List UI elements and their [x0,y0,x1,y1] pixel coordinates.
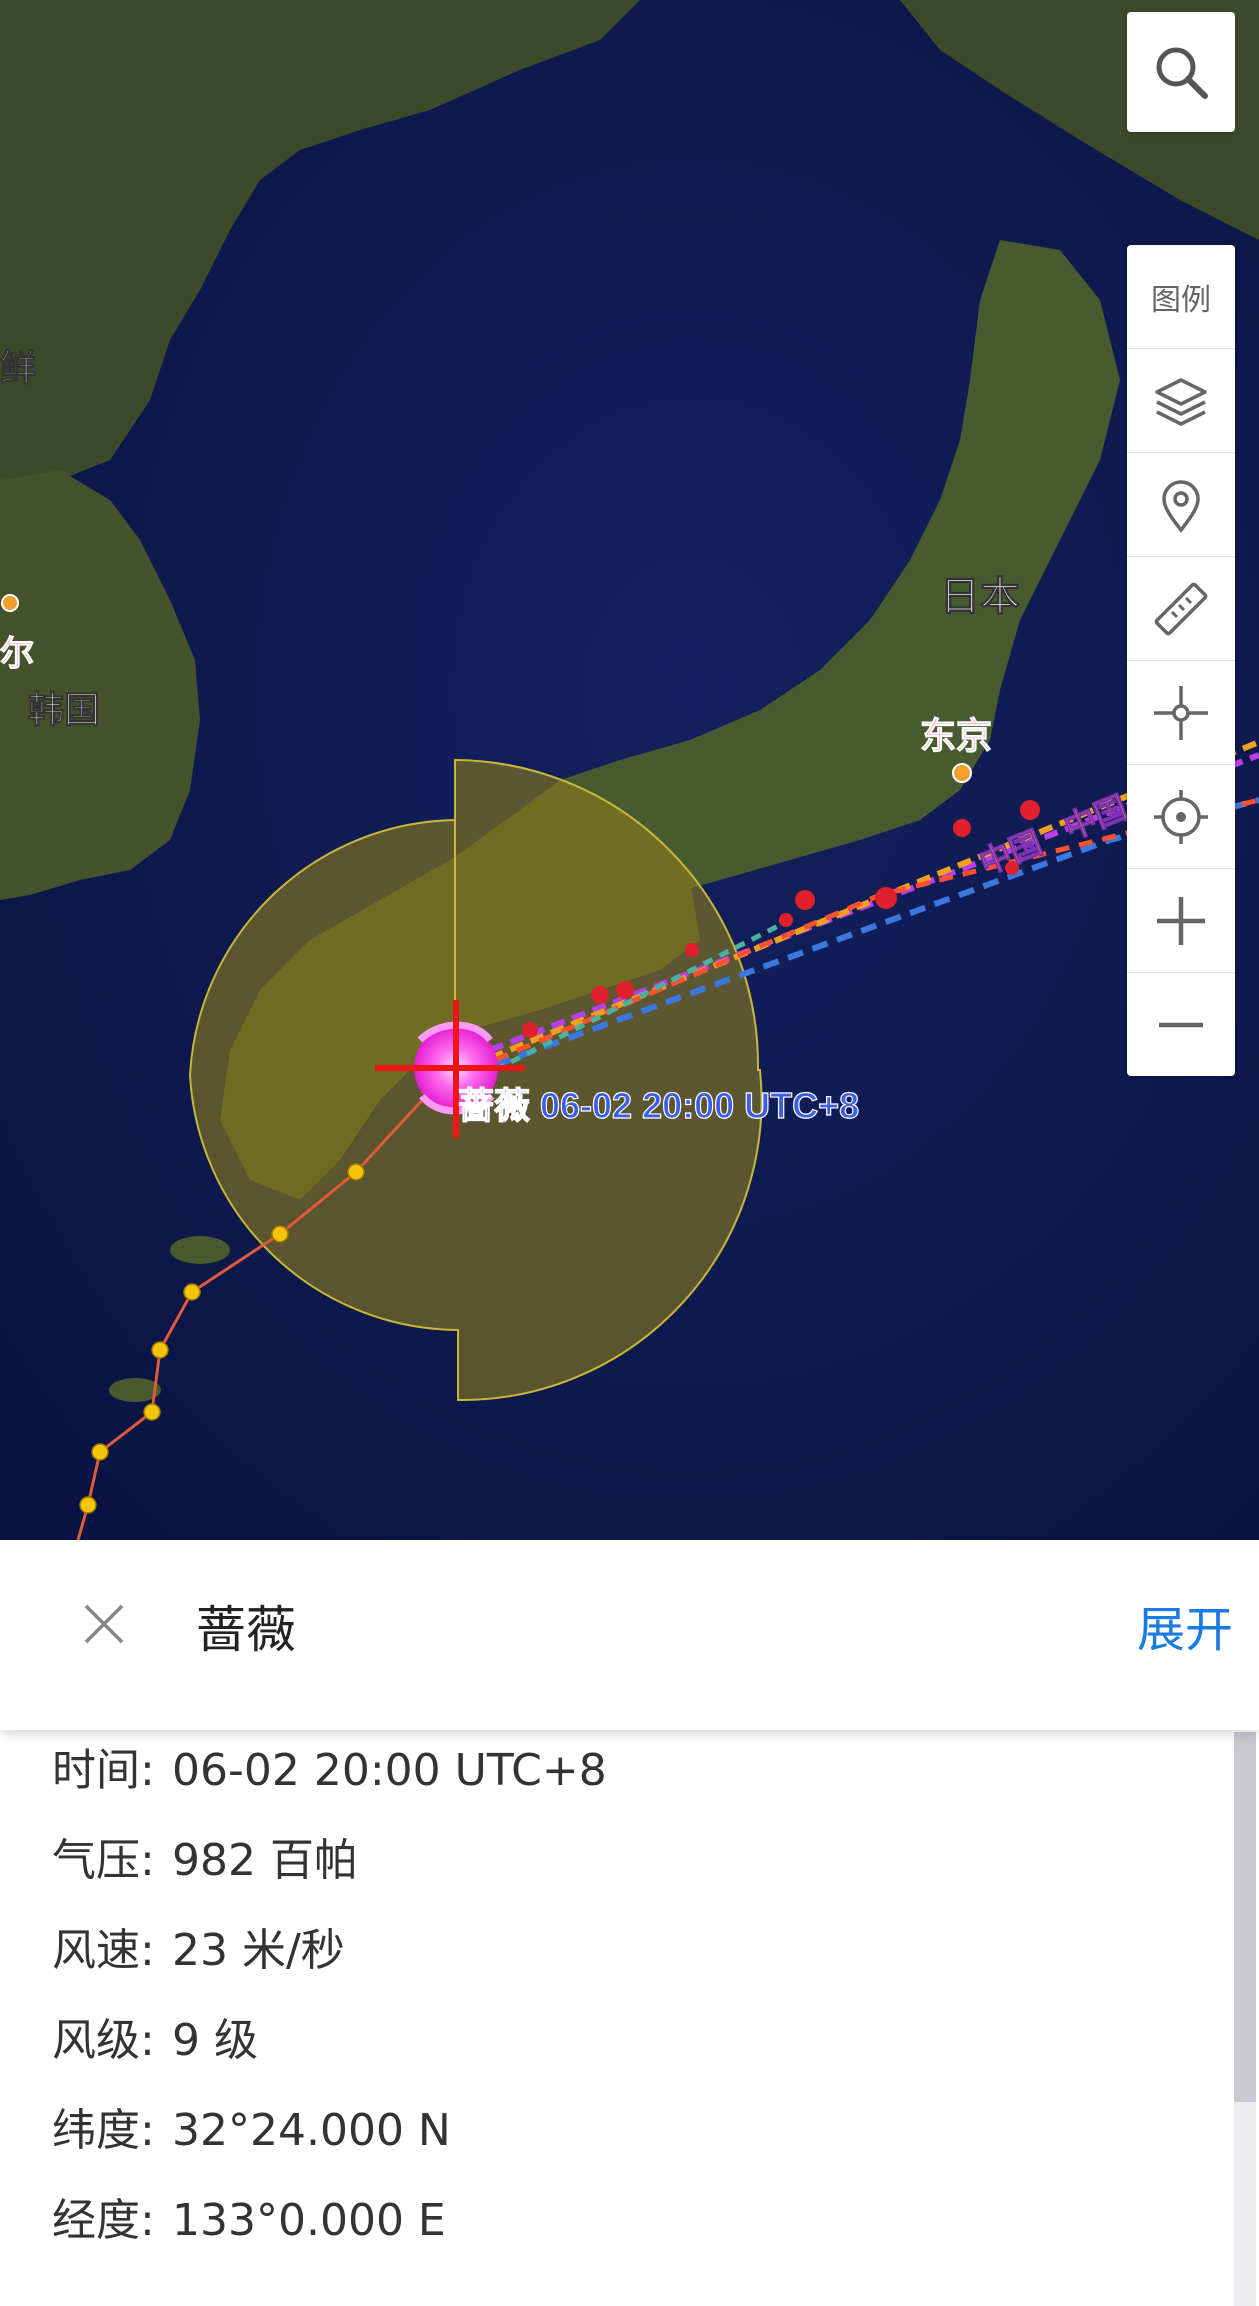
forecast-point[interactable] [522,1022,538,1038]
location-button[interactable] [1127,453,1235,557]
detail-row-longitude: 经度: 133°0.000 E [52,2184,446,2248]
detail-key: 风速: [52,1925,155,1976]
detail-value: 133°0.000 E [172,2195,446,2246]
typhoon-details[interactable]: 时间: 06-02 20:00 UTC+8 气压: 982 百帕 风速: 23 米/秒… [0,1730,1259,2306]
forecast-point[interactable] [953,819,971,837]
forecast-point[interactable] [685,943,699,957]
ruler-icon [1154,582,1208,635]
forecast-point[interactable] [779,913,793,927]
place-label-korea: 韩国 [28,689,100,730]
detail-key: 风级: [52,2015,155,2066]
crosshair-icon [1154,685,1208,740]
map-controls: 图例 [1127,245,1235,1076]
past-point[interactable] [91,1443,109,1461]
detail-value: 982 百帕 [172,1835,358,1886]
search-icon [1156,47,1208,99]
detail-row-pressure: 气压: 982 百帕 [52,1824,358,1888]
satellite-map[interactable]: 日本 东京 韩国 鲜 尔 中国 中国 蔷薇 06-02 20:00 UTC+8 [0,0,1259,1540]
legend-label: 图例 [1151,282,1211,318]
typhoon-info-header: 蔷薇 展开 [0,1540,1259,1730]
detail-value: 32°24.000 N [172,2105,451,2156]
past-point[interactable] [347,1163,365,1181]
zoom-out-icon [1159,1022,1203,1027]
legend-button[interactable]: 图例 [1127,245,1235,349]
typhoon-label: 蔷薇 06-02 20:00 UTC+8 [458,1085,859,1126]
detail-key: 时间: [52,1745,155,1796]
past-point[interactable] [143,1403,161,1421]
island [170,1236,230,1264]
typhoon-name: 蔷薇 [196,1601,296,1659]
search-button[interactable] [1127,12,1235,132]
place-label-korea-north: 鲜 [0,347,36,388]
scrollbar-thumb[interactable] [1234,1732,1256,2102]
detail-key: 纬度: [52,2105,155,2156]
seoul-marker [1,594,19,612]
forecast-point[interactable] [591,986,609,1004]
place-label-japan: 日本 [940,575,1020,619]
detail-row-wind-level: 风级: 9 级 [52,2004,258,2068]
expand-button[interactable]: 展开 [1137,1590,1233,1660]
forecast-point[interactable] [1020,800,1040,820]
detail-value: 06-02 20:00 UTC+8 [172,1745,607,1796]
forecast-point[interactable] [875,887,897,909]
past-point[interactable] [79,1496,97,1514]
tokyo-marker [952,763,972,783]
map-view[interactable]: 日本 东京 韩国 鲜 尔 中国 中国 蔷薇 06-02 20:00 UTC+8 … [0,0,1259,1540]
details-scrollbar[interactable] [1234,1732,1256,2306]
locate-button[interactable] [1127,765,1235,869]
past-point[interactable] [271,1225,289,1243]
detail-key: 气压: [52,1835,155,1886]
detail-row-latitude: 纬度: 32°24.000 N [52,2094,451,2158]
measure-button[interactable] [1127,557,1235,661]
locate-icon [1154,789,1208,844]
location-pin-icon [1162,479,1200,533]
place-label-tokyo: 东京 [920,715,992,756]
detail-value: 23 米/秒 [172,1925,345,1976]
zoom-in-icon [1157,896,1205,945]
past-point[interactable] [183,1283,201,1301]
detail-key: 经度: [52,2195,155,2246]
zoom-in-button[interactable] [1127,869,1235,973]
past-point[interactable] [151,1341,169,1359]
detail-row-time: 时间: 06-02 20:00 UTC+8 [52,1734,607,1798]
layers-button[interactable] [1127,349,1235,453]
detail-row-wind-speed: 风速: 23 米/秒 [52,1914,345,1978]
place-label-seoul: 尔 [0,635,34,673]
center-button[interactable] [1127,661,1235,765]
detail-value: 9 级 [172,2015,258,2066]
forecast-point[interactable] [795,890,815,910]
forecast-point[interactable] [616,981,634,999]
zoom-out-button[interactable] [1127,973,1235,1076]
close-icon[interactable] [78,1598,130,1650]
layers-icon [1155,377,1207,426]
